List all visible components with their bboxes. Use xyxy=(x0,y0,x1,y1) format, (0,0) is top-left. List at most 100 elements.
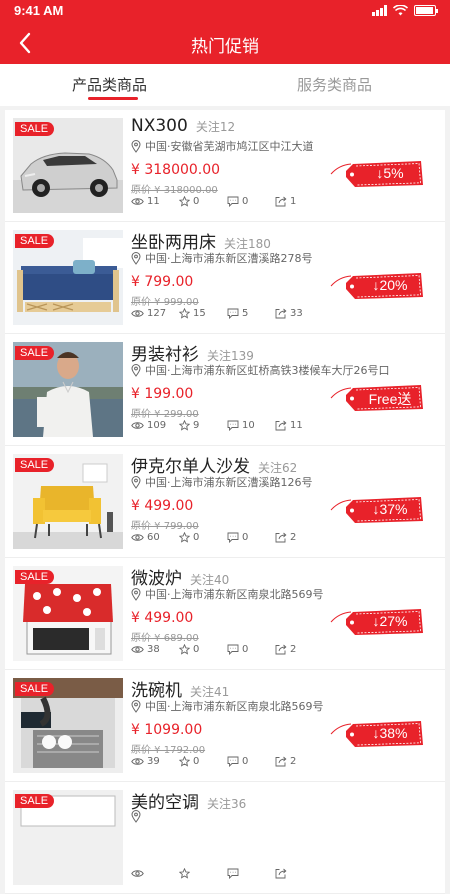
shares-stat[interactable]: 1 xyxy=(275,196,323,207)
views-stat: 109 xyxy=(131,420,179,431)
discount-tag: Free送 xyxy=(329,384,425,412)
status-bar: 9:41 AM xyxy=(0,0,450,22)
comments-count: 0 xyxy=(242,756,249,767)
stars-count: 9 xyxy=(193,420,200,431)
views-stat: 127 xyxy=(131,308,179,319)
location-pin-icon xyxy=(131,810,141,823)
sale-badge: SALE xyxy=(15,682,55,696)
original-price: 原价 ¥ 299.00 xyxy=(131,409,199,420)
comment-icon xyxy=(227,868,239,879)
sale-badge: SALE xyxy=(15,794,55,808)
wifi-icon xyxy=(393,5,408,16)
status-icons xyxy=(372,5,438,16)
product-name: NX300 xyxy=(131,116,188,136)
stars-stat[interactable]: 0 xyxy=(179,644,227,655)
comment-icon xyxy=(227,308,239,319)
star-icon xyxy=(179,756,190,767)
location-pin-icon xyxy=(131,251,141,265)
comment-icon xyxy=(227,644,239,655)
shares-stat[interactable]: 2 xyxy=(275,644,323,655)
product-item[interactable]: SALE 伊克尔单人沙发 关注62 中国·上海市浦东新区漕溪路126号 ¥ 499… xyxy=(5,446,445,558)
share-icon xyxy=(275,868,287,879)
eye-icon xyxy=(131,198,144,205)
product-item[interactable]: SALE 男装衬衫 关注139 中国·上海市浦东新区虹桥高铁3楼候车大厅26号口 … xyxy=(5,334,445,446)
discount-label: Free送 xyxy=(368,391,412,407)
product-address: 中国·上海市浦东新区虹桥高铁3楼候车大厅26号口 xyxy=(145,364,390,377)
comments-stat[interactable]: 0 xyxy=(227,756,275,767)
shares-stat[interactable]: 2 xyxy=(275,756,323,767)
sale-badge: SALE xyxy=(15,346,55,360)
stars-stat[interactable]: 9 xyxy=(179,420,227,431)
comment-icon xyxy=(227,756,239,767)
sale-badge: SALE xyxy=(15,570,55,584)
original-price: 原价 ¥ 689.00 xyxy=(131,633,199,644)
product-price: ¥ 499.00 xyxy=(131,498,194,514)
product-item[interactable]: SALE 美的空调 关注36 xyxy=(5,782,445,894)
product-image: SALE xyxy=(13,342,123,437)
comments-stat[interactable]: 5 xyxy=(227,308,275,319)
comments-stat[interactable]: 0 xyxy=(227,644,275,655)
product-item[interactable]: SALE 洗碗机 关注41 中国·上海市浦东新区南泉北路569号 ¥ 1099.0… xyxy=(5,670,445,782)
product-item[interactable]: SALE NX300 关注12 中国·安徽省芜湖市鸠江区中江大道 ¥ 318000… xyxy=(5,110,445,222)
product-stats: 11 0 0 1 xyxy=(131,196,323,207)
comments-stat[interactable]: 10 xyxy=(227,420,275,431)
comment-icon xyxy=(227,420,239,431)
discount-label: ↓37% xyxy=(372,501,408,517)
shares-stat[interactable] xyxy=(275,868,323,879)
shares-count: 33 xyxy=(290,308,303,319)
share-icon xyxy=(275,532,287,543)
comments-count: 5 xyxy=(242,308,249,319)
shares-stat[interactable]: 33 xyxy=(275,308,323,319)
product-address: 中国·上海市浦东新区漕溪路126号 xyxy=(145,476,313,489)
views-stat: 39 xyxy=(131,756,179,767)
eye-icon xyxy=(131,310,144,317)
stars-stat[interactable] xyxy=(179,868,227,879)
shares-count: 1 xyxy=(290,196,297,207)
product-stats: 38 0 0 2 xyxy=(131,644,323,655)
follow-count: 关注40 xyxy=(190,573,230,587)
nav-bar: 热门促销 xyxy=(0,22,450,64)
share-icon xyxy=(275,756,287,767)
location-pin-icon xyxy=(131,475,141,489)
original-price: 原价 ¥ 1792.00 xyxy=(131,745,206,756)
original-price: 原价 ¥ 799.00 xyxy=(131,521,199,532)
product-item[interactable]: SALE 坐卧两用床 关注180 中国·上海市浦东新区漕溪路278号 ¥ 799.… xyxy=(5,222,445,334)
star-icon xyxy=(179,196,190,207)
shares-count: 2 xyxy=(290,532,297,543)
star-icon xyxy=(179,868,190,879)
comments-stat[interactable]: 0 xyxy=(227,532,275,543)
eye-icon xyxy=(131,870,144,877)
discount-tag: ↓38% xyxy=(329,720,425,748)
comments-stat[interactable]: 0 xyxy=(227,196,275,207)
product-price: ¥ 499.00 xyxy=(131,610,194,626)
star-icon xyxy=(179,532,190,543)
stars-stat[interactable]: 0 xyxy=(179,196,227,207)
follow-count: 关注180 xyxy=(224,237,271,251)
stars-stat[interactable]: 0 xyxy=(179,532,227,543)
shares-count: 2 xyxy=(290,644,297,655)
share-icon xyxy=(275,196,287,207)
stars-stat[interactable]: 15 xyxy=(179,308,227,319)
discount-tag: ↓37% xyxy=(329,496,425,524)
comment-icon xyxy=(227,196,239,207)
discount-tag: ↓27% xyxy=(329,608,425,636)
stars-stat[interactable]: 0 xyxy=(179,756,227,767)
shares-count: 11 xyxy=(290,420,303,431)
comments-stat[interactable] xyxy=(227,868,275,879)
shares-stat[interactable]: 11 xyxy=(275,420,323,431)
comments-count: 10 xyxy=(242,420,255,431)
eye-icon xyxy=(131,646,144,653)
location-pin-icon xyxy=(131,363,141,377)
share-icon xyxy=(275,420,287,431)
product-stats: 127 15 5 33 xyxy=(131,308,323,319)
product-item[interactable]: SALE 微波炉 关注40 中国·上海市浦东新区南泉北路569号 ¥ 499.00… xyxy=(5,558,445,670)
product-list: SALE NX300 关注12 中国·安徽省芜湖市鸠江区中江大道 ¥ 318000… xyxy=(0,110,450,894)
product-image: SALE xyxy=(13,118,123,213)
tab-services[interactable]: 服务类商品 xyxy=(297,74,372,95)
product-image: SALE xyxy=(13,566,123,661)
discount-tag: ↓5% xyxy=(329,160,425,188)
shares-stat[interactable]: 2 xyxy=(275,532,323,543)
discount-label: ↓5% xyxy=(376,165,404,181)
discount-label: ↓27% xyxy=(372,613,408,629)
tab-products[interactable]: 产品类商品 xyxy=(72,74,147,95)
